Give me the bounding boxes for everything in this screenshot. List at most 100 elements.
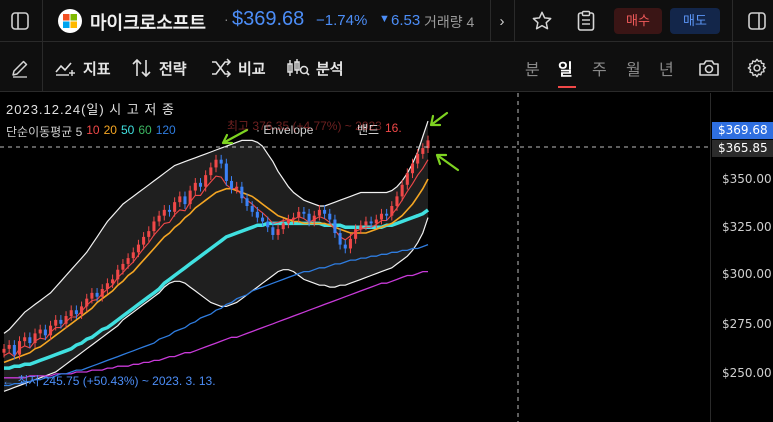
candle-body [240, 186, 244, 199]
candle-body [23, 337, 27, 342]
candle-body [214, 159, 218, 168]
candle-body [229, 180, 234, 189]
candle-body [74, 310, 78, 315]
candle-body [281, 223, 285, 230]
candle-body [28, 337, 32, 344]
candle-body [152, 221, 156, 232]
candle-body [2, 348, 6, 353]
legend-band-value: 16. [385, 121, 402, 135]
sidebar-toggle-icon[interactable] [8, 9, 32, 33]
change-abs: 6.53 [391, 12, 421, 29]
compare-label: 비교 [238, 60, 266, 78]
candle-body [266, 221, 270, 228]
candle-body [374, 219, 378, 224]
timeframe-year[interactable]: 년 [659, 55, 674, 81]
candle-body [364, 221, 368, 226]
candle-body [85, 298, 89, 307]
candle-body [17, 341, 22, 355]
candle-body [400, 184, 404, 197]
top-bar: 마이크로소프트 · $369.68 −1.74% ▼ 6.53 거래량 4 › … [0, 0, 773, 42]
symbol-title[interactable]: 마이크로소프트 [90, 9, 206, 35]
candle-body [38, 329, 42, 334]
candle-body [276, 229, 280, 235]
candle-body [100, 289, 104, 297]
candle-body [395, 196, 399, 207]
analysis-button[interactable]: 분석 [286, 55, 344, 81]
timeframe-day[interactable]: 일 [558, 55, 573, 81]
panel-toggle-icon[interactable] [745, 9, 769, 33]
candle-body [43, 329, 47, 336]
legend-sma-row: 단순이동평균 5 10 20 50 60 120 [6, 123, 176, 140]
candle-body [178, 196, 182, 203]
volume-label: 거래량 4 [424, 14, 475, 30]
strategy-button[interactable]: 전략 [131, 55, 187, 81]
candle-body [219, 159, 223, 164]
candle-body [136, 244, 140, 253]
candle-body [235, 186, 239, 189]
candle-body [12, 344, 16, 355]
candle-body [49, 325, 53, 336]
candle-body [286, 219, 290, 224]
candle-body [323, 209, 327, 214]
analysis-label: 분석 [316, 60, 344, 78]
dot-separator: · [224, 11, 229, 27]
timeframe-month[interactable]: 월 [626, 55, 641, 81]
chart-toolbar [0, 42, 773, 92]
indicator-button[interactable]: 지표 [55, 55, 111, 81]
crosshair-price-tag: $365.85 [712, 140, 773, 157]
camera-icon[interactable] [696, 55, 722, 81]
candle-body [209, 167, 213, 176]
price-axis-label: $275.00 [722, 317, 772, 331]
candle-body [405, 173, 409, 185]
candle-body [343, 244, 347, 249]
candle-body [416, 153, 420, 164]
last-price: $369.68 [232, 8, 305, 30]
legend-sma-120: 120 [155, 123, 176, 137]
candle-body [261, 217, 265, 222]
candle-body [328, 213, 332, 220]
candle-body [90, 292, 94, 299]
candle-body [64, 316, 68, 324]
down-arrow-icon: ▼ [379, 13, 390, 25]
high-annotation: 최고 376.35 (+4.77%) ~ 2023. 12. 1… [227, 119, 382, 133]
candle-body [59, 319, 63, 324]
compare-icon [212, 58, 232, 78]
candle-body [302, 211, 306, 214]
candle-body [157, 215, 161, 222]
candle-body [338, 233, 342, 245]
star-icon[interactable] [529, 8, 555, 34]
analysis-icon [287, 59, 310, 76]
timeframe-week[interactable]: 주 [592, 55, 607, 81]
buy-button[interactable]: 매수 [614, 8, 662, 34]
candle-body [121, 263, 125, 270]
candle-body [250, 206, 254, 212]
timeframe-minute[interactable]: 분 [525, 55, 540, 81]
candle-body [348, 238, 352, 249]
candle-body [131, 252, 135, 259]
chevron-right-icon[interactable]: › [492, 11, 512, 31]
microsoft-logo [58, 9, 82, 33]
compare-button[interactable]: 비교 [210, 55, 266, 81]
candle-body [95, 292, 99, 297]
candle-body [111, 279, 115, 284]
sell-button[interactable]: 매도 [670, 8, 720, 34]
candle-body [80, 306, 84, 315]
settings-gear-icon[interactable] [744, 55, 770, 81]
pencil-icon[interactable] [7, 55, 33, 81]
change-percent: −1.74% [316, 12, 368, 29]
candle-body [126, 258, 130, 264]
low-annotation: ← 최저 245.75 (+50.43%) ~ 2023. 3. 13. [2, 374, 216, 388]
candle-body [193, 182, 197, 191]
candle-body [271, 227, 275, 235]
candle-body [173, 202, 177, 212]
indicator-icon [55, 62, 75, 76]
legend-sma-20: 20 [103, 123, 117, 137]
candle-body [224, 163, 228, 181]
legend-date-line: 2023.12.24(일) 시 고 저 종 [6, 102, 175, 117]
indicator-label: 지표 [83, 60, 111, 78]
candle-body [379, 213, 383, 220]
candle-body [317, 209, 321, 216]
candle-body [183, 196, 187, 205]
clipboard-icon[interactable] [573, 8, 599, 34]
timeframe-active-underline [558, 86, 576, 88]
